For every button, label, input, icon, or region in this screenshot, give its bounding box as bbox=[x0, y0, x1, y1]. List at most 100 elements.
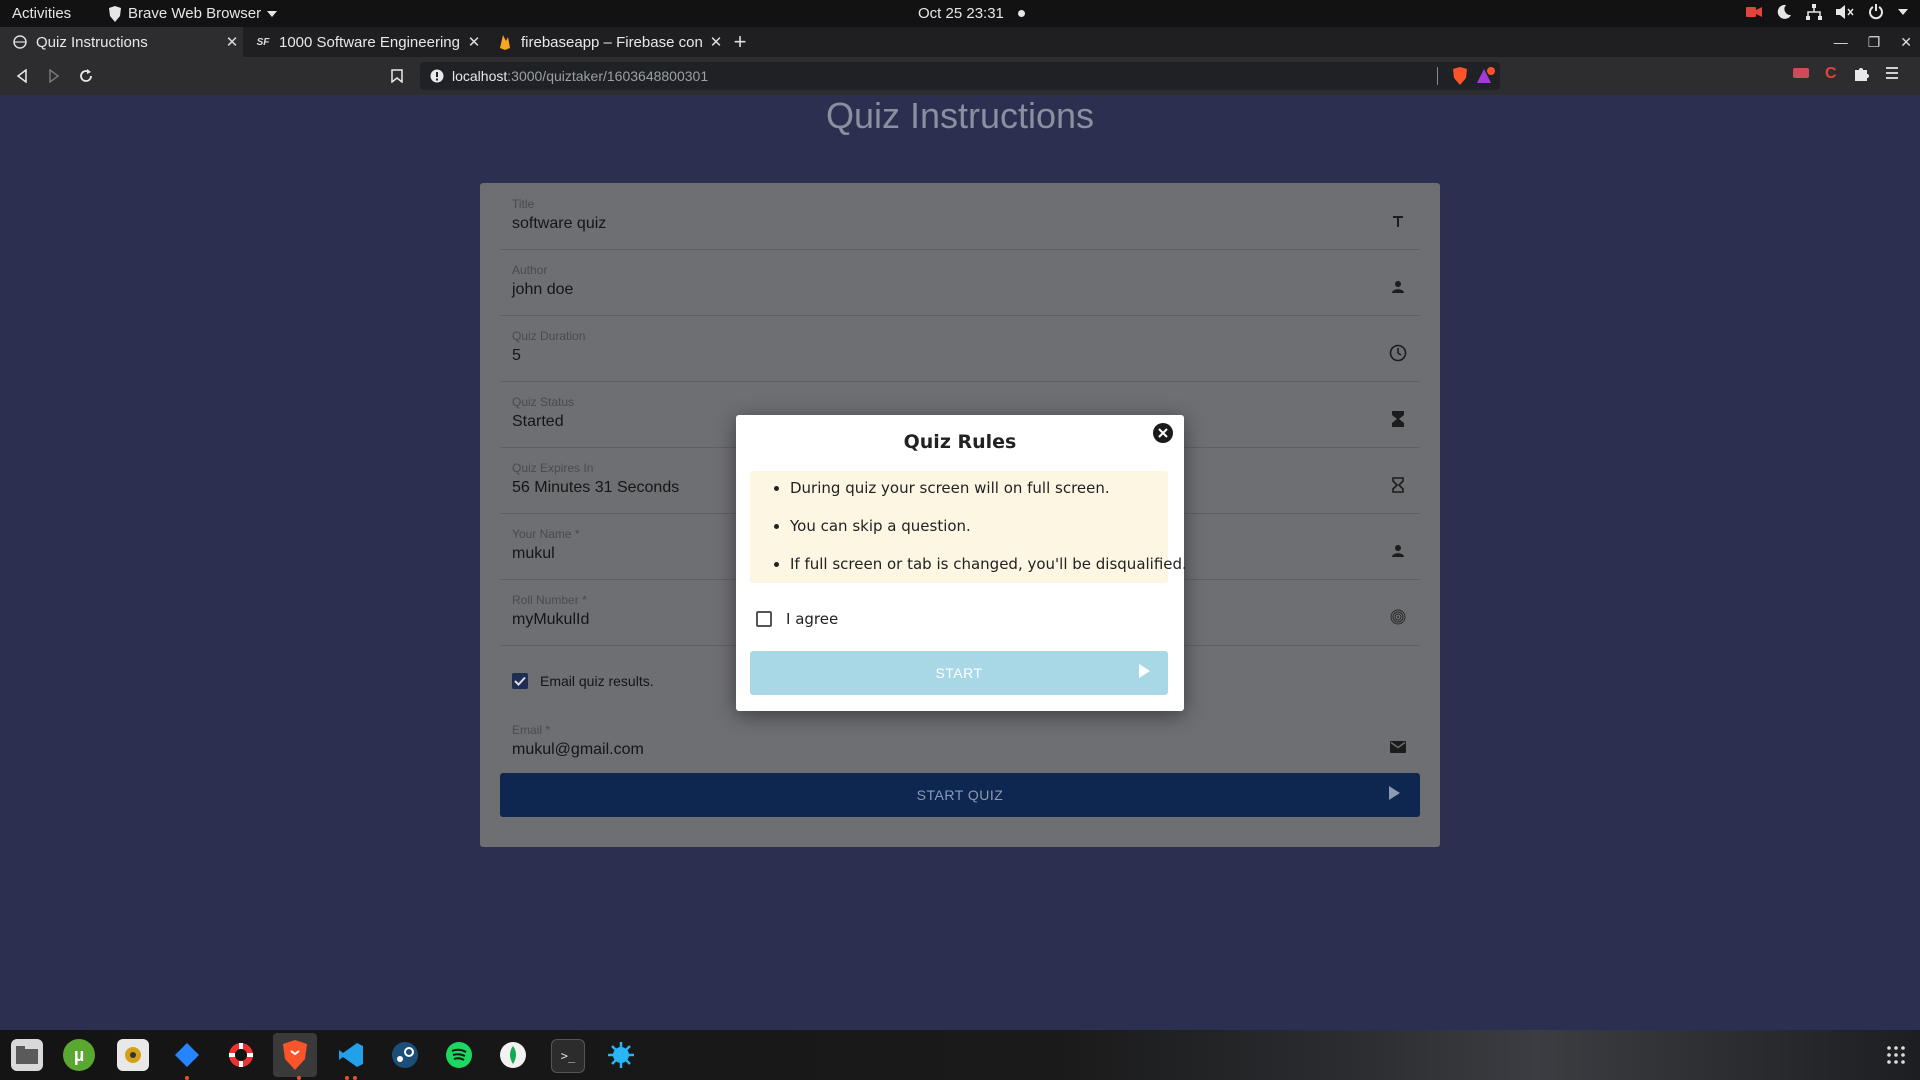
extension-shield-icon[interactable] bbox=[1793, 66, 1809, 82]
spotify-icon[interactable] bbox=[443, 1039, 475, 1071]
tab-title: firebaseapp – Firebase con bbox=[521, 33, 703, 51]
rule-item: If full screen or tab is changed, you'll… bbox=[790, 555, 1187, 573]
menu-icon[interactable] bbox=[1885, 66, 1899, 82]
forward-arrow-icon bbox=[49, 69, 60, 83]
help-icon[interactable] bbox=[225, 1039, 257, 1071]
field-value: software quiz bbox=[512, 215, 607, 232]
extension-c-icon[interactable]: C bbox=[1825, 66, 1837, 82]
forward-button[interactable] bbox=[44, 66, 64, 86]
mail-icon bbox=[1388, 737, 1408, 757]
tab-firebase[interactable]: firebaseapp – Firebase con ✕ bbox=[485, 27, 727, 57]
vscode-icon[interactable] bbox=[335, 1039, 367, 1071]
hourglass-full-icon bbox=[1388, 409, 1408, 429]
start-quiz-button[interactable]: START QUIZ bbox=[500, 773, 1420, 817]
url-text: localhost:3000/quiztaker/1603648800301 bbox=[452, 68, 708, 84]
mongodb-compass-icon[interactable] bbox=[497, 1039, 529, 1071]
field-label: Author bbox=[512, 263, 548, 277]
url-host: localhost bbox=[452, 68, 508, 84]
running-indicator bbox=[353, 1076, 357, 1080]
agree-checkbox[interactable] bbox=[756, 611, 772, 627]
rule-item: You can skip a question. bbox=[790, 517, 1168, 535]
field-value: mukul bbox=[512, 545, 555, 562]
separator bbox=[1437, 67, 1438, 85]
email-results-row[interactable]: Email quiz results. bbox=[512, 673, 654, 689]
terminal-icon[interactable]: >_ bbox=[551, 1039, 585, 1073]
bookmark-button[interactable] bbox=[387, 66, 407, 86]
field-author[interactable]: Author john doe bbox=[500, 249, 1420, 316]
night-light-icon[interactable] bbox=[1776, 4, 1792, 20]
firebase-favicon-icon bbox=[497, 34, 513, 50]
app-splat-icon[interactable] bbox=[605, 1039, 637, 1071]
app-menu[interactable]: Brave Web Browser bbox=[108, 5, 278, 22]
clock-icon bbox=[1388, 343, 1408, 363]
field-label: Title bbox=[512, 197, 535, 211]
tab-close-icon[interactable]: ✕ bbox=[221, 33, 243, 51]
close-window-icon[interactable]: ✕ bbox=[1900, 34, 1912, 51]
caret-down-icon bbox=[267, 10, 278, 17]
brave-browser-icon[interactable] bbox=[273, 1033, 317, 1077]
back-arrow-icon bbox=[16, 69, 27, 83]
tab-title: 1000 Software Engineering bbox=[279, 33, 460, 51]
field-title[interactable]: Title software quiz bbox=[500, 183, 1420, 250]
clock[interactable]: Oct 25 23:31 bbox=[918, 5, 1025, 22]
person-icon bbox=[1388, 277, 1408, 297]
brave-shields-icon[interactable] bbox=[1452, 67, 1468, 85]
minimize-icon[interactable]: — bbox=[1834, 34, 1848, 50]
back-button[interactable] bbox=[12, 66, 32, 86]
power-icon[interactable] bbox=[1868, 4, 1884, 20]
tab-title: Quiz Instructions bbox=[36, 33, 148, 51]
quiz-rules-dialog: Quiz Rules During quiz your screen will … bbox=[736, 415, 1187, 711]
restore-icon[interactable]: ❐ bbox=[1868, 34, 1881, 51]
email-results-label: Email quiz results. bbox=[540, 673, 654, 689]
running-indicator bbox=[185, 1076, 189, 1080]
field-label: Your Name * bbox=[512, 527, 580, 541]
play-arrow-icon bbox=[1388, 786, 1400, 800]
extensions-puzzle-icon[interactable] bbox=[1853, 66, 1869, 82]
new-tab-button[interactable]: + bbox=[728, 27, 752, 57]
jira-icon[interactable] bbox=[171, 1039, 203, 1071]
rule-item: During quiz your screen will on full scr… bbox=[790, 479, 1168, 497]
dialog-title: Quiz Rules bbox=[903, 431, 1017, 453]
field-label: Roll Number * bbox=[512, 593, 587, 607]
page-title: Quiz Instructions bbox=[825, 95, 1095, 136]
running-indicator bbox=[345, 1076, 349, 1080]
email-results-checkbox[interactable] bbox=[512, 673, 528, 689]
show-applications-icon[interactable] bbox=[1886, 1045, 1906, 1065]
agree-label: I agree bbox=[786, 610, 839, 628]
tab-close-icon[interactable]: ✕ bbox=[463, 33, 485, 51]
brave-lion-icon bbox=[108, 5, 122, 22]
dialog-close-button[interactable] bbox=[1152, 422, 1174, 444]
rhythmbox-icon[interactable] bbox=[117, 1039, 149, 1071]
steam-icon[interactable] bbox=[389, 1039, 421, 1071]
network-icon[interactable] bbox=[1806, 4, 1822, 20]
window-controls: — ❐ ✕ bbox=[1834, 27, 1912, 57]
close-circle-icon bbox=[1153, 423, 1173, 443]
start-label: START bbox=[935, 665, 983, 681]
field-label: Quiz Duration bbox=[512, 329, 586, 343]
site-info-icon[interactable] bbox=[430, 69, 444, 83]
address-bar[interactable]: localhost:3000/quiztaker/1603648800301 bbox=[420, 62, 1500, 90]
brave-rewards-icon[interactable] bbox=[1476, 67, 1496, 85]
agree-row[interactable]: I agree bbox=[756, 610, 838, 628]
tab-software-engineering[interactable]: SF 1000 Software Engineering ✕ bbox=[243, 27, 485, 57]
field-quiz-duration[interactable]: Quiz Duration 5 bbox=[500, 315, 1420, 382]
activities-button[interactable]: Activities bbox=[12, 5, 71, 22]
fingerprint-icon bbox=[1388, 607, 1408, 627]
field-email[interactable]: Email * mukul@gmail.com bbox=[500, 709, 1420, 776]
system-tray[interactable] bbox=[1746, 4, 1908, 20]
tab-quiz-instructions[interactable]: Quiz Instructions ✕ bbox=[0, 27, 243, 57]
volume-muted-icon[interactable] bbox=[1836, 4, 1854, 20]
reload-button[interactable] bbox=[76, 66, 96, 86]
files-icon[interactable] bbox=[11, 1039, 43, 1071]
screen-record-icon[interactable] bbox=[1746, 6, 1762, 18]
start-button[interactable]: START bbox=[750, 651, 1168, 695]
page: Quiz Instructions Title software quiz Au… bbox=[0, 95, 1920, 1030]
field-label: Quiz Status bbox=[512, 395, 575, 409]
field-value: mukul@gmail.com bbox=[512, 741, 644, 758]
notification-dot-icon bbox=[1017, 10, 1025, 17]
tab-close-icon[interactable]: ✕ bbox=[705, 33, 727, 51]
text-format-icon bbox=[1388, 211, 1408, 231]
url-path: :3000/quiztaker/1603648800301 bbox=[507, 68, 709, 84]
caret-down-icon bbox=[1898, 9, 1908, 15]
utorrent-icon[interactable]: µ bbox=[63, 1039, 95, 1071]
